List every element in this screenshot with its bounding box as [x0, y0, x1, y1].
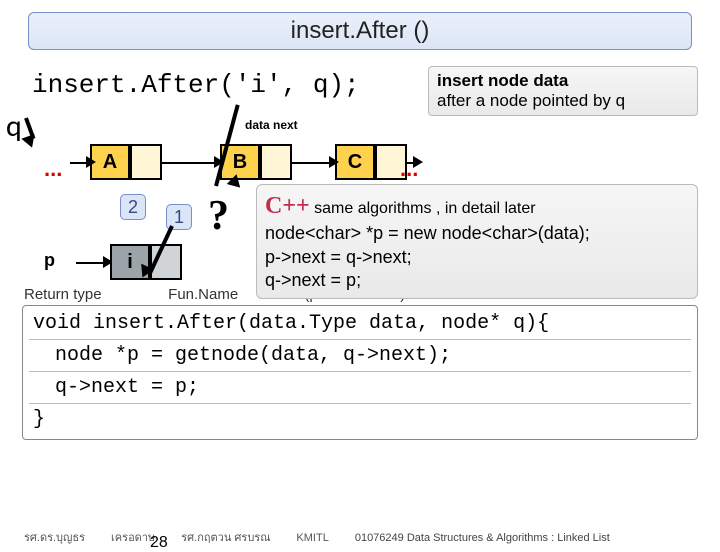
node-c-data: C — [335, 144, 375, 180]
cpp-line3: q->next = p; — [265, 269, 689, 292]
question-mark: ? — [208, 192, 229, 240]
edge-icon — [162, 162, 220, 164]
code-line3: q->next = p; — [29, 372, 691, 404]
p-label: p — [44, 250, 55, 271]
footer-inst: KMITL — [296, 532, 328, 544]
q-label: q — [6, 108, 22, 145]
footer-course: 01076249 Data Structures & Algorithms : … — [355, 532, 610, 544]
call-expression: insert.After('i', q); — [32, 70, 360, 100]
code-line1: void insert.After(data.Type data, node* … — [29, 308, 691, 340]
description-note: insert node data after a node pointed by… — [428, 66, 698, 116]
arrowhead-icon — [86, 156, 96, 168]
label-return-type: Return type — [24, 286, 164, 303]
arrowhead-icon — [329, 156, 339, 168]
cpp-tag: C++ — [265, 193, 310, 219]
footer-author3: รศ.กฤตวน ศรบรณ — [181, 528, 270, 546]
cpp-description: C++ same algorithms , in detail later no… — [256, 184, 698, 299]
node-a: A — [90, 144, 162, 180]
code-line2: node *p = getnode(data, q->next); — [29, 340, 691, 372]
q-arrow-icon — [24, 118, 28, 140]
cpp-line2: p->next = q->next; — [265, 246, 689, 269]
cpp-line1: node<char> *p = new node<char>(data); — [265, 222, 689, 245]
node-b-ptr — [260, 144, 292, 180]
node-a-ptr — [130, 144, 162, 180]
diagram-area: insert.After('i', q); q insert node data… — [0, 56, 720, 286]
code-line4: } — [29, 404, 691, 435]
data-next-label: data next — [245, 118, 298, 132]
note-line1: insert node data — [437, 71, 689, 91]
footer-author1: รศ.ดร.บุญธร — [24, 528, 85, 546]
note-line2: after a node pointed by q — [437, 91, 689, 111]
step-badge-2: 2 — [120, 194, 146, 220]
arrowhead-icon — [227, 172, 244, 187]
ellipsis-left: ... — [44, 156, 62, 182]
code-block: void insert.After(data.Type data, node* … — [22, 305, 698, 440]
slide-footer: รศ.ดร.บุญธร เครอดาษ รศ.กฤตวน ศรบรณ KMITL… — [0, 528, 720, 546]
slide-title: insert.After () — [28, 12, 692, 50]
footer-author2: เครอดาษ — [111, 528, 155, 546]
cpp-tag-rest: same algorithms , in detail later — [310, 200, 536, 217]
arrowhead-icon — [413, 156, 423, 168]
slide-number: 28 — [150, 534, 168, 552]
node-c: C — [335, 144, 407, 180]
node-a-data: A — [90, 144, 130, 180]
